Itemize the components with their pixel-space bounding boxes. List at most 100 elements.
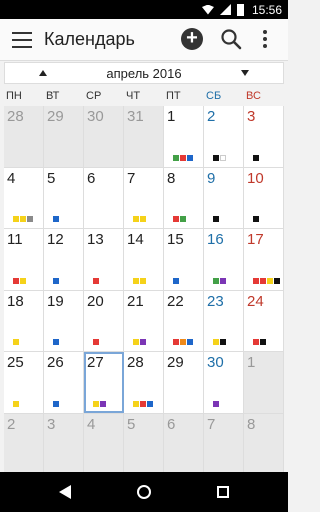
day-cell[interactable]: 4	[84, 413, 124, 475]
chevron-down-icon[interactable]	[241, 70, 249, 76]
event-marker	[13, 277, 19, 284]
day-number: 27	[87, 354, 104, 372]
event-markers	[13, 216, 34, 223]
day-number: 28	[127, 354, 144, 372]
day-cell[interactable]: 22	[164, 290, 204, 352]
event-markers	[133, 277, 147, 284]
day-number: 15	[167, 231, 184, 249]
day-cell[interactable]: 30	[204, 352, 244, 413]
day-number: 26	[47, 354, 64, 372]
day-cell[interactable]: 10	[244, 167, 284, 229]
event-marker	[100, 400, 106, 407]
event-markers	[13, 339, 20, 346]
event-marker	[13, 400, 19, 407]
event-marker	[180, 339, 186, 346]
day-cell[interactable]: 15	[164, 229, 204, 290]
event-markers	[93, 277, 100, 284]
day-cell[interactable]: 5	[44, 167, 84, 229]
day-cell[interactable]: 19	[44, 290, 84, 352]
day-number: 7	[127, 169, 136, 187]
day-cell[interactable]: 28	[124, 352, 164, 413]
day-cell[interactable]: 6	[84, 167, 124, 229]
add-icon[interactable]: +	[181, 28, 203, 50]
day-cell-today[interactable]: 27	[84, 352, 124, 413]
event-marker	[220, 277, 226, 284]
day-cell[interactable]: 20	[84, 290, 124, 352]
day-cell[interactable]: 13	[84, 229, 124, 290]
day-cell[interactable]: 29	[44, 106, 84, 167]
event-markers	[133, 339, 147, 346]
day-cell[interactable]: 26	[44, 352, 84, 413]
menu-icon[interactable]	[12, 32, 32, 48]
chevron-up-icon[interactable]	[39, 70, 47, 76]
event-marker	[260, 339, 266, 346]
day-number: 14	[127, 231, 144, 249]
day-cell[interactable]: 21	[124, 290, 164, 352]
day-number: 19	[47, 292, 64, 310]
event-markers	[213, 339, 227, 346]
event-marker	[20, 216, 26, 223]
event-marker	[13, 216, 19, 223]
event-marker	[220, 339, 226, 346]
event-markers	[253, 216, 260, 223]
day-cell[interactable]: 1	[164, 106, 204, 167]
day-cell[interactable]: 7	[204, 413, 244, 475]
recents-icon[interactable]	[217, 486, 229, 498]
search-icon[interactable]	[220, 28, 242, 50]
event-marker	[53, 339, 59, 346]
event-marker	[274, 277, 280, 284]
day-cell[interactable]: 5	[124, 413, 164, 475]
month-label[interactable]: апрель 2016	[106, 66, 181, 81]
event-marker	[253, 154, 259, 161]
day-cell[interactable]: 24	[244, 290, 284, 352]
day-cell[interactable]: 3	[44, 413, 84, 475]
day-cell[interactable]: 12	[44, 229, 84, 290]
day-cell[interactable]: 4	[4, 167, 44, 229]
day-cell[interactable]: 17	[244, 229, 284, 290]
day-number: 12	[47, 231, 64, 249]
day-cell[interactable]: 16	[204, 229, 244, 290]
event-markers	[173, 339, 194, 346]
event-marker	[13, 339, 19, 346]
day-cell[interactable]: 29	[164, 352, 204, 413]
day-number: 5	[127, 415, 136, 433]
day-cell[interactable]: 11	[4, 229, 44, 290]
event-marker	[173, 339, 179, 346]
day-cell[interactable]: 18	[4, 290, 44, 352]
day-cell[interactable]: 31	[124, 106, 164, 167]
day-cell[interactable]: 28	[4, 106, 44, 167]
event-marker	[140, 277, 146, 284]
day-cell[interactable]: 30	[84, 106, 124, 167]
day-cell[interactable]: 2	[4, 413, 44, 475]
day-cell[interactable]: 14	[124, 229, 164, 290]
day-cell[interactable]: 2	[204, 106, 244, 167]
day-cell[interactable]: 6	[164, 413, 204, 475]
day-cell[interactable]: 8	[164, 167, 204, 229]
day-number: 28	[7, 108, 24, 125]
event-marker	[260, 277, 266, 284]
day-number: 7	[207, 415, 216, 433]
home-icon[interactable]	[137, 485, 151, 499]
day-number: 6	[167, 415, 176, 433]
day-cell[interactable]: 25	[4, 352, 44, 413]
day-number: 8	[167, 169, 176, 187]
day-number: 1	[247, 354, 256, 372]
day-cell[interactable]: 7	[124, 167, 164, 229]
event-marker	[213, 277, 219, 284]
more-vert-icon[interactable]	[262, 30, 268, 48]
day-number: 3	[247, 108, 256, 125]
weekday-header: ПН ВТ СР ЧТ ПТ СБ ВС	[4, 86, 284, 106]
month-bar: апрель 2016	[4, 62, 284, 84]
event-marker	[53, 400, 59, 407]
event-marker	[53, 277, 59, 284]
day-cell[interactable]: 3	[244, 106, 284, 167]
day-cell[interactable]: 1	[244, 352, 284, 413]
day-number: 2	[7, 415, 16, 433]
back-icon[interactable]	[59, 485, 71, 499]
day-number: 18	[7, 292, 24, 310]
weekday-label: СР	[86, 90, 102, 102]
day-cell[interactable]: 23	[204, 290, 244, 352]
weekday-label: ПТ	[166, 90, 181, 102]
day-cell[interactable]: 9	[204, 167, 244, 229]
day-cell[interactable]: 8	[244, 413, 284, 475]
